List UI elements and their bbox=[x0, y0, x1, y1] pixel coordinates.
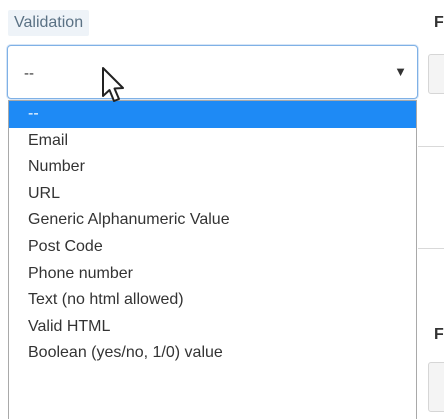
dropdown-option[interactable]: Boolean (yes/no, 1/0) value bbox=[9, 340, 416, 367]
triangle-down-icon: ▼ bbox=[394, 64, 407, 79]
dropdown-option[interactable]: Valid HTML bbox=[9, 314, 416, 341]
validation-label: Validation bbox=[8, 10, 90, 36]
dropdown-option[interactable]: Post Code bbox=[9, 234, 416, 261]
dropdown-option[interactable]: Generic Alphanumeric Value bbox=[9, 207, 416, 234]
mouse-pointer-icon bbox=[102, 67, 124, 102]
right-field-label: F bbox=[434, 14, 444, 31]
dropdown-option[interactable]: Email bbox=[9, 128, 416, 155]
background-divider bbox=[418, 146, 444, 147]
right-input-field[interactable] bbox=[428, 54, 444, 94]
right-field-label-lower: F bbox=[434, 326, 444, 343]
dropdown-option[interactable]: Phone number bbox=[9, 261, 416, 288]
background-divider bbox=[418, 248, 444, 249]
dropdown-option[interactable]: Text (no html allowed) bbox=[9, 287, 416, 314]
validation-select[interactable]: -- ▼ bbox=[7, 45, 418, 99]
validation-dropdown-list[interactable]: -- Email Number URL Generic Alphanumeric Val… bbox=[8, 100, 417, 419]
dropdown-option[interactable]: -- bbox=[9, 101, 416, 128]
dropdown-option[interactable]: Number bbox=[9, 154, 416, 181]
right-input-field-lower[interactable] bbox=[428, 362, 444, 412]
dropdown-option[interactable]: URL bbox=[9, 181, 416, 208]
page: Validation F F -- ▼ -- Email Number URL Gene… bbox=[0, 0, 444, 419]
select-current-value: -- bbox=[24, 65, 34, 82]
